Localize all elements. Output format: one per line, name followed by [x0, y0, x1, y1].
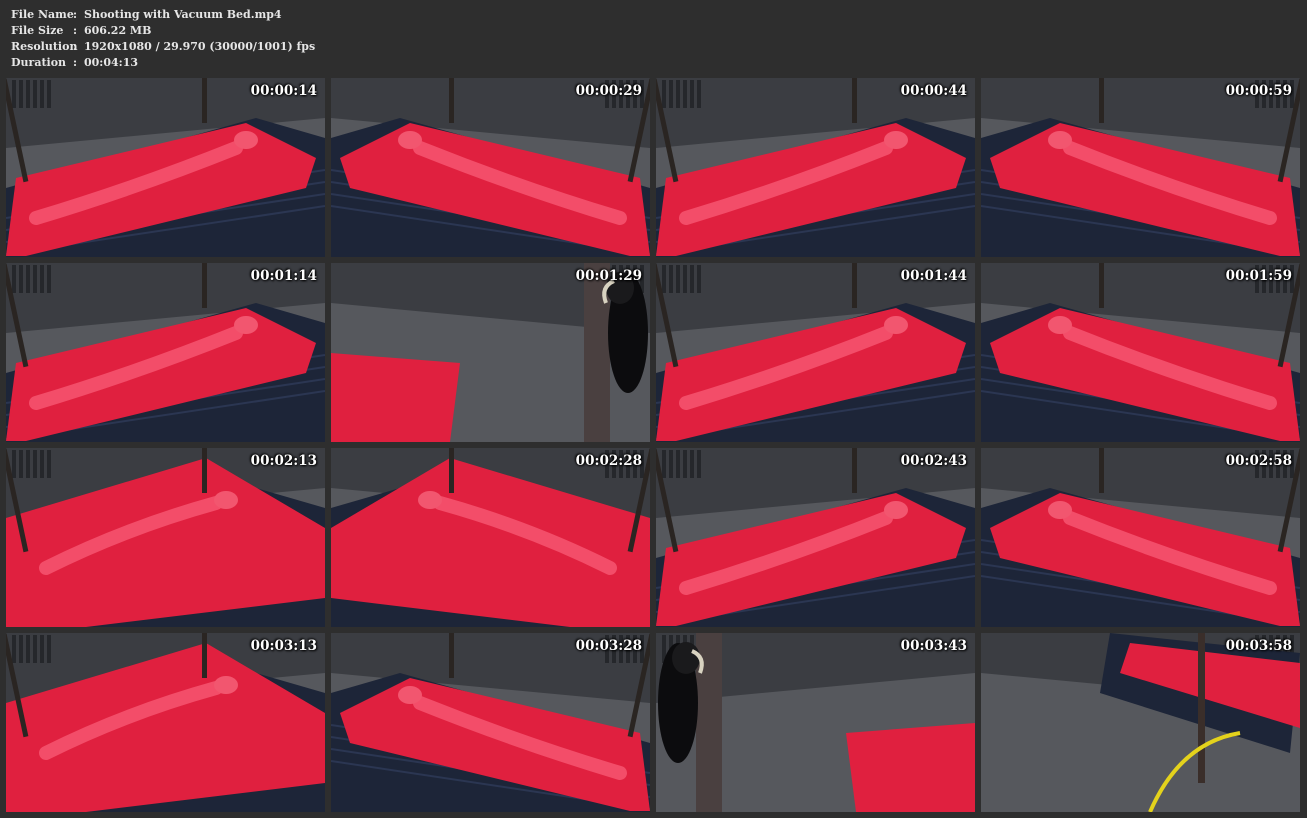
file-name-colon: : — [73, 8, 78, 21]
video-thumbnail: 00:00:44 — [656, 78, 975, 257]
resolution-row: Resolution : 1920x1080 / 29.970 (30000/1… — [11, 39, 315, 55]
thumbnail-timestamp: 00:02:13 — [250, 453, 317, 469]
video-thumbnail: 00:02:13 — [6, 448, 325, 627]
thumbnail-timestamp: 00:02:58 — [1225, 453, 1292, 469]
file-name-value: Shooting with Vacuum Bed.mp4 — [84, 8, 282, 21]
video-thumbnail: 00:03:43 — [656, 633, 975, 812]
thumbnail-timestamp: 00:00:44 — [900, 83, 967, 99]
video-thumbnail: 00:01:14 — [6, 263, 325, 442]
thumbnail-image — [656, 78, 975, 257]
thumbnail-image — [331, 263, 650, 442]
thumbnail-image — [656, 633, 975, 812]
thumbnail-timestamp: 00:00:14 — [250, 83, 317, 99]
thumbnail-timestamp: 00:02:43 — [900, 453, 967, 469]
resolution-value: 1920x1080 / 29.970 (30000/1001) fps — [84, 40, 316, 53]
video-thumbnail: 00:03:13 — [6, 633, 325, 812]
thumbnail-timestamp: 00:00:59 — [1225, 83, 1292, 99]
thumbnail-timestamp: 00:01:59 — [1225, 268, 1292, 284]
thumbnail-image — [981, 78, 1300, 257]
thumbnail-image — [6, 78, 325, 257]
video-thumbnail: 00:00:14 — [6, 78, 325, 257]
video-thumbnail: 00:02:43 — [656, 448, 975, 627]
file-size-label: File Size — [11, 24, 64, 37]
video-thumbnail: 00:01:29 — [331, 263, 650, 442]
resolution-label: Resolution — [11, 40, 78, 53]
video-thumbnail: 00:03:28 — [331, 633, 650, 812]
file-size-value: 606.22 MB — [84, 24, 152, 37]
thumbnail-grid: 00:00:14 00:00:29 00:00:44 00:00:59 00:01:14… — [6, 78, 1302, 812]
thumbnail-image — [981, 633, 1300, 812]
video-thumbnail: 00:02:28 — [331, 448, 650, 627]
thumbnail-image — [981, 263, 1300, 442]
video-thumbnail: 00:00:29 — [331, 78, 650, 257]
video-thumbnail: 00:02:58 — [981, 448, 1300, 627]
thumbnail-timestamp: 00:03:43 — [900, 638, 967, 654]
thumbnail-image — [6, 633, 325, 812]
thumbnail-image — [331, 633, 650, 812]
resolution-colon: : — [73, 40, 78, 53]
thumbnail-timestamp: 00:01:29 — [575, 268, 642, 284]
file-info-panel: File Name : Shooting with Vacuum Bed.mp4… — [11, 7, 315, 71]
file-size-colon: : — [73, 24, 78, 37]
duration-value: 00:04:13 — [84, 56, 139, 69]
video-thumbnail: 00:01:59 — [981, 263, 1300, 442]
file-size-row: File Size : 606.22 MB — [11, 23, 315, 39]
thumbnail-image — [331, 448, 650, 627]
thumbnail-timestamp: 00:03:13 — [250, 638, 317, 654]
duration-colon: : — [73, 56, 78, 69]
file-name-label: File Name — [11, 8, 74, 21]
thumbnail-timestamp: 00:01:14 — [250, 268, 317, 284]
thumbnail-timestamp: 00:02:28 — [575, 453, 642, 469]
thumbnail-timestamp: 00:03:28 — [575, 638, 642, 654]
thumbnail-image — [6, 263, 325, 442]
duration-row: Duration : 00:04:13 — [11, 55, 315, 71]
thumbnail-image — [331, 78, 650, 257]
thumbnail-image — [981, 448, 1300, 627]
video-thumbnail: 00:01:44 — [656, 263, 975, 442]
thumbnail-timestamp: 00:01:44 — [900, 268, 967, 284]
thumbnail-image — [6, 448, 325, 627]
thumbnail-image — [656, 448, 975, 627]
thumbnail-timestamp: 00:03:58 — [1225, 638, 1292, 654]
video-thumbnail: 00:03:58 — [981, 633, 1300, 812]
thumbnail-timestamp: 00:00:29 — [575, 83, 642, 99]
duration-label: Duration — [11, 56, 67, 69]
thumbnail-image — [656, 263, 975, 442]
file-name-row: File Name : Shooting with Vacuum Bed.mp4 — [11, 7, 315, 23]
video-thumbnail: 00:00:59 — [981, 78, 1300, 257]
